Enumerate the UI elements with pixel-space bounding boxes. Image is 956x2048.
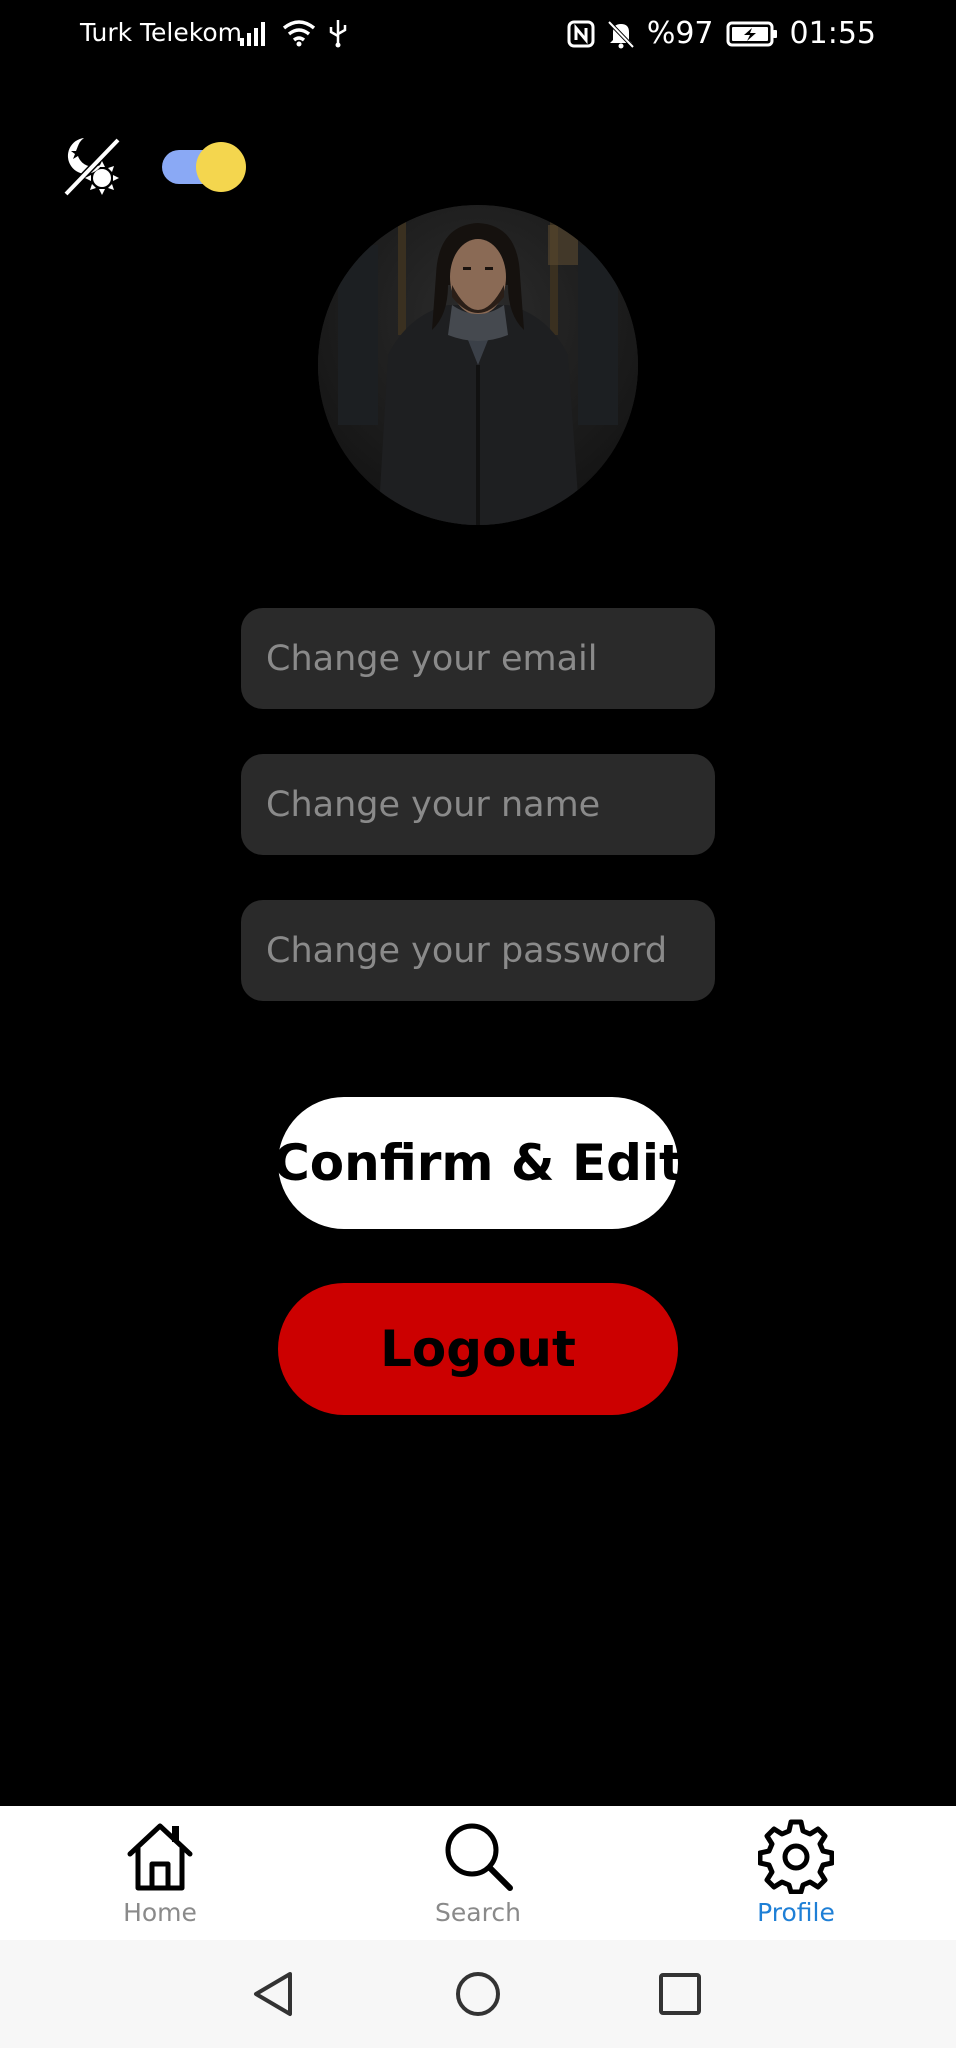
email-field[interactable] — [241, 608, 715, 709]
battery-charging-icon — [726, 21, 777, 46]
usb-icon — [329, 20, 347, 48]
status-bar: Turk Telekom %97 01:55 — [0, 0, 956, 72]
avatar-photo — [318, 205, 638, 525]
back-icon[interactable] — [246, 1966, 302, 2022]
nav-item-home[interactable]: Home — [60, 1806, 260, 1940]
nav-item-profile[interactable]: Profile — [696, 1806, 896, 1940]
system-navigation-bar — [0, 1940, 956, 2048]
bell-off-icon — [607, 20, 635, 48]
moon-sun-icon[interactable] — [56, 130, 128, 202]
password-field[interactable] — [241, 900, 715, 1001]
home-circle-icon[interactable] — [450, 1966, 506, 2022]
status-icons-left — [240, 18, 348, 48]
avatar[interactable] — [318, 205, 638, 525]
wifi-icon — [282, 20, 316, 47]
carrier-name: Turk Telekom — [80, 18, 242, 47]
name-field[interactable] — [241, 754, 715, 855]
nav-label-profile: Profile — [757, 1898, 835, 1927]
confirm-edit-button[interactable]: Confirm & Edit — [273, 1097, 683, 1229]
nav-item-search[interactable]: Search — [378, 1806, 578, 1940]
nav-label-search: Search — [435, 1898, 521, 1927]
signal-icon — [240, 22, 265, 46]
clock: 01:55 — [789, 16, 876, 51]
bottom-navigation: Home Search Profile — [0, 1806, 956, 1940]
gear-icon — [758, 1819, 834, 1894]
toggle-knob — [196, 142, 246, 192]
status-icons-right: %97 01:55 — [567, 16, 876, 51]
logout-button[interactable]: Logout — [278, 1283, 678, 1415]
recents-icon[interactable] — [652, 1966, 708, 2022]
nav-label-home: Home — [123, 1898, 197, 1927]
nfc-icon — [567, 20, 595, 47]
battery-percent: %97 — [646, 16, 714, 51]
search-icon — [445, 1823, 513, 1891]
profile-screen: Turk Telekom %97 01:55 Change your email… — [0, 0, 956, 2048]
home-icon — [127, 1823, 193, 1891]
theme-toggle[interactable] — [162, 142, 248, 192]
